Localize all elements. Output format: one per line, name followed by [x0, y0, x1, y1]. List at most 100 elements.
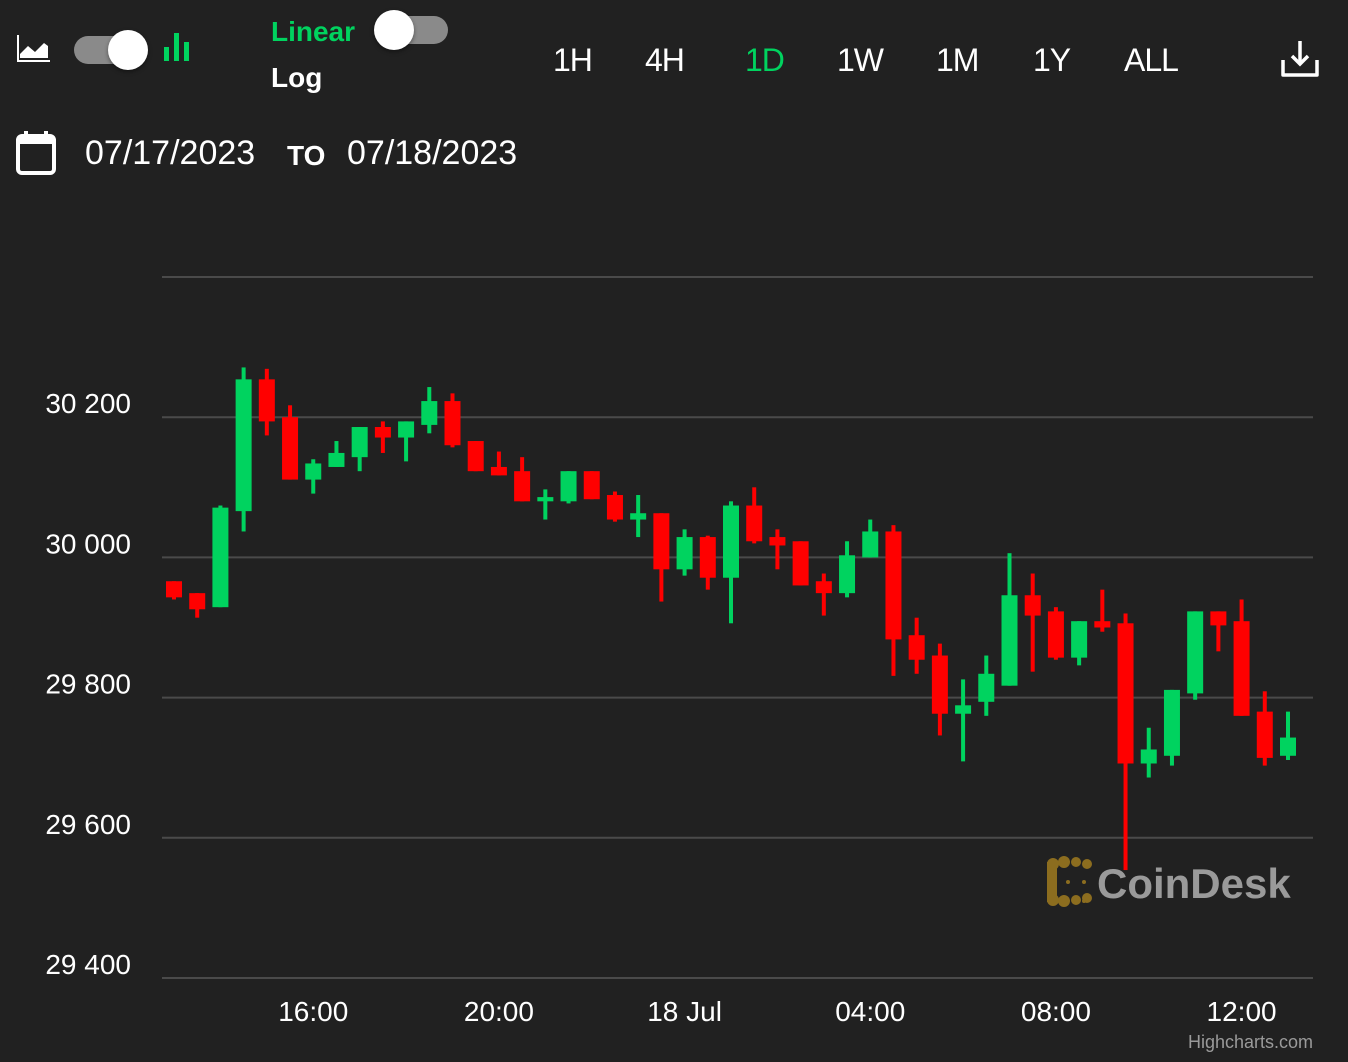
coindesk-logo-icon: [1047, 856, 1092, 907]
candlestick-chart: 29 400 29 600 29 800 30 000 30 200 16:00 20:0…: [45, 276, 1313, 1052]
candle-wick: [961, 679, 966, 762]
candle-body: [537, 497, 554, 502]
candle-down[interactable]: [931, 643, 948, 736]
candle-body: [1187, 611, 1204, 694]
candle-up[interactable]: [1187, 611, 1204, 700]
candle-body: [630, 513, 647, 520]
candle-down[interactable]: [166, 581, 182, 600]
candle-body: [1280, 737, 1296, 756]
candle-body: [467, 441, 484, 472]
candle-body: [699, 537, 716, 578]
candle-body: [1024, 595, 1041, 616]
candle-down[interactable]: [374, 421, 391, 453]
candle-body: [1163, 689, 1180, 756]
candle-body: [374, 427, 391, 438]
candle-body: [421, 401, 438, 425]
candle-down[interactable]: [467, 441, 484, 472]
candle-wick: [543, 489, 548, 520]
candle-body: [676, 537, 693, 570]
candle-up[interactable]: [676, 529, 693, 576]
candle-up[interactable]: [421, 387, 438, 434]
candle-down[interactable]: [514, 457, 531, 502]
x-tick-label: 20:00: [464, 996, 534, 1027]
candle-up[interactable]: [1071, 621, 1088, 666]
candle-body: [235, 379, 252, 512]
candle-body: [1210, 611, 1227, 626]
candle-down[interactable]: [792, 541, 809, 586]
candle-up[interactable]: [1280, 711, 1296, 760]
candle-up[interactable]: [328, 441, 345, 467]
candle-down[interactable]: [699, 535, 716, 590]
candle-up[interactable]: [723, 501, 739, 624]
candle-up[interactable]: [1140, 727, 1157, 778]
candle-down[interactable]: [583, 471, 600, 500]
candle-body: [560, 471, 577, 502]
candle-body: [746, 505, 763, 542]
candle-down[interactable]: [908, 617, 925, 674]
candle-body: [792, 541, 809, 586]
candle-down[interactable]: [1233, 599, 1250, 716]
candle-body: [351, 427, 368, 458]
candle-body: [1233, 621, 1250, 716]
y-tick-label: 29 600: [45, 809, 131, 840]
candle-body: [212, 507, 229, 608]
candle-body: [1140, 749, 1157, 764]
candle-down[interactable]: [1210, 611, 1227, 652]
candle-down[interactable]: [490, 451, 507, 476]
candle-up[interactable]: [955, 679, 972, 762]
x-tick-label: 12:00: [1207, 996, 1277, 1027]
candle-body: [908, 635, 925, 660]
y-tick-label: 29 800: [45, 669, 131, 700]
candle-body: [328, 452, 345, 467]
candle-body: [1117, 623, 1134, 764]
candle-body: [723, 505, 739, 578]
candle-up[interactable]: [1001, 553, 1018, 686]
candle-body: [1256, 711, 1273, 758]
candle-up[interactable]: [398, 421, 415, 462]
candle-down[interactable]: [258, 368, 275, 436]
candle-up[interactable]: [305, 459, 322, 494]
candle-wick: [821, 573, 826, 616]
candle-up[interactable]: [862, 519, 879, 558]
candle-down[interactable]: [1117, 613, 1134, 871]
candle-down[interactable]: [653, 513, 670, 602]
candle-down[interactable]: [1024, 573, 1041, 672]
y-tick-label: 29 400: [45, 949, 131, 980]
candle-up[interactable]: [351, 427, 368, 472]
candle-down[interactable]: [189, 593, 206, 618]
candle-down[interactable]: [1256, 691, 1273, 766]
x-tick-label: 16:00: [278, 996, 348, 1027]
candle-down[interactable]: [769, 529, 786, 570]
candle-down[interactable]: [815, 573, 832, 616]
candle-body: [398, 421, 415, 438]
candle-down[interactable]: [1047, 607, 1064, 660]
candle-body: [839, 555, 856, 594]
candle-down[interactable]: [885, 525, 902, 676]
candle-body: [1047, 611, 1064, 658]
candle-body: [166, 581, 182, 598]
candle-body: [305, 463, 322, 480]
candle-up[interactable]: [537, 489, 554, 520]
candle-up[interactable]: [560, 471, 577, 504]
candle-body: [653, 513, 670, 570]
candle-up[interactable]: [839, 541, 856, 598]
candle-body: [490, 466, 507, 476]
candle-body: [444, 401, 461, 446]
candle-up[interactable]: [1163, 689, 1180, 766]
candle-up[interactable]: [235, 367, 252, 532]
candle-body: [931, 655, 948, 714]
highcharts-credit[interactable]: Highcharts.com: [1188, 1032, 1313, 1052]
candle-up[interactable]: [978, 655, 995, 716]
candle-body: [769, 537, 786, 546]
candle-body: [815, 581, 832, 594]
candle-down[interactable]: [746, 487, 763, 544]
candle-down[interactable]: [606, 491, 623, 522]
candle-up[interactable]: [212, 505, 229, 608]
candle-down[interactable]: [1094, 589, 1111, 632]
candle-down[interactable]: [444, 393, 461, 448]
coindesk-watermark: CoinDesk: [1047, 856, 1291, 907]
candle-body: [885, 531, 902, 640]
candle-body: [1071, 621, 1088, 658]
candle-body: [1094, 621, 1111, 628]
candle-up[interactable]: [630, 495, 647, 538]
